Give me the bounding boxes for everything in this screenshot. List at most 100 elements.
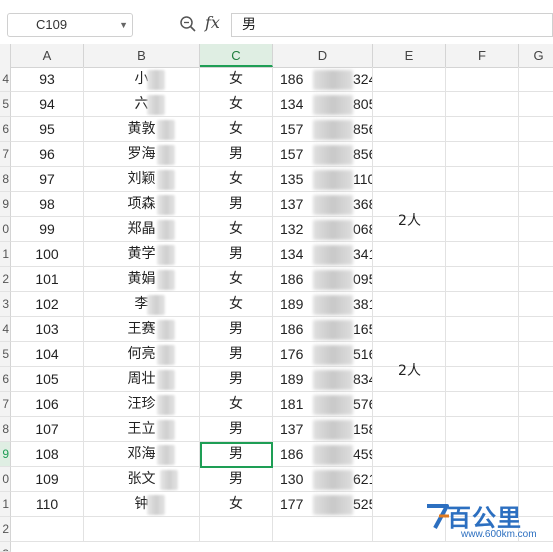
row-number[interactable]: 2	[0, 517, 11, 542]
column-header-b[interactable]: B	[84, 44, 200, 67]
row-number[interactable]: 3	[0, 292, 11, 317]
cell-g[interactable]	[519, 92, 553, 117]
cell-a[interactable]: 107	[11, 417, 84, 442]
cell-c[interactable]: 女	[200, 267, 273, 292]
column-header-f[interactable]: F	[446, 44, 519, 67]
cell-c[interactable]: 女	[200, 117, 273, 142]
cell-f[interactable]	[446, 192, 519, 217]
cell-a[interactable]: 103	[11, 317, 84, 342]
cell-b[interactable]: 小	[84, 67, 200, 92]
name-box[interactable]: C109 ▼	[7, 13, 133, 37]
cell-e[interactable]	[373, 242, 446, 267]
cell-c[interactable]: 女	[200, 92, 273, 117]
cell-a[interactable]: 106	[11, 392, 84, 417]
cell-f[interactable]	[446, 67, 519, 92]
cell-f[interactable]	[446, 467, 519, 492]
cell-c[interactable]: 男	[200, 417, 273, 442]
cell-a[interactable]: 95	[11, 117, 84, 142]
cell-c[interactable]: 男	[200, 342, 273, 367]
row-number[interactable]: 5	[0, 342, 11, 367]
cell-e[interactable]	[373, 292, 446, 317]
cell-b[interactable]: 罗海	[84, 142, 200, 167]
cell-a[interactable]: 109	[11, 467, 84, 492]
cell-b[interactable]: 黄学	[84, 242, 200, 267]
row-number[interactable]: 4	[0, 67, 11, 92]
cell-f[interactable]	[446, 117, 519, 142]
cell-b[interactable]: 何亮	[84, 342, 200, 367]
row-number[interactable]: 8	[0, 417, 11, 442]
cell-e[interactable]	[373, 167, 446, 192]
cell-a[interactable]: 98	[11, 192, 84, 217]
row-number[interactable]: 4	[0, 317, 11, 342]
row-number[interactable]: 0	[0, 217, 11, 242]
cell-f[interactable]	[446, 142, 519, 167]
cell-a[interactable]: 110	[11, 492, 84, 517]
cell-f[interactable]	[446, 392, 519, 417]
cell-c[interactable]: 女	[200, 492, 273, 517]
cell-g[interactable]	[519, 342, 553, 367]
cell-e[interactable]	[373, 92, 446, 117]
cell-b[interactable]: 六	[84, 92, 200, 117]
cell-f[interactable]	[446, 242, 519, 267]
cell-f[interactable]	[446, 267, 519, 292]
cell-e[interactable]	[373, 67, 446, 92]
cell-c[interactable]: 男	[200, 317, 273, 342]
zoom-icon[interactable]	[179, 15, 197, 33]
cell-b[interactable]: 项森	[84, 192, 200, 217]
row-number[interactable]: 5	[0, 92, 11, 117]
cell-a[interactable]: 97	[11, 167, 84, 192]
cell-c[interactable]: 男	[200, 442, 273, 467]
cell-g[interactable]	[519, 467, 553, 492]
cell-b[interactable]: 李	[84, 292, 200, 317]
cell-b[interactable]: 汪珍	[84, 392, 200, 417]
cell-b[interactable]: 周壮	[84, 367, 200, 392]
column-header-a[interactable]: A	[11, 44, 84, 67]
cell-c[interactable]	[200, 517, 273, 542]
select-all-corner[interactable]	[0, 44, 11, 67]
cell-c[interactable]: 女	[200, 167, 273, 192]
row-number[interactable]: 3	[0, 542, 11, 552]
cell-e[interactable]	[373, 467, 446, 492]
cell-a[interactable]: 100	[11, 242, 84, 267]
cell-d[interactable]	[273, 517, 373, 542]
cell-f[interactable]	[446, 167, 519, 192]
cell-a[interactable]: 101	[11, 267, 84, 292]
row-number[interactable]: 1	[0, 492, 11, 517]
cell-a[interactable]: 94	[11, 92, 84, 117]
cell-a[interactable]: 102	[11, 292, 84, 317]
column-header-c[interactable]: C	[200, 44, 273, 67]
cell-b[interactable]	[84, 517, 200, 542]
cell-g[interactable]	[519, 417, 553, 442]
row-number[interactable]: 6	[0, 367, 11, 392]
row-number[interactable]: 0	[0, 467, 11, 492]
cell-a[interactable]: 105	[11, 367, 84, 392]
cell-g[interactable]	[519, 442, 553, 467]
column-header-g[interactable]: G	[519, 44, 553, 67]
cell-g[interactable]	[519, 242, 553, 267]
cell-b[interactable]: 邓海	[84, 442, 200, 467]
cell-a[interactable]	[11, 517, 84, 542]
cell-e[interactable]	[373, 117, 446, 142]
cell-f[interactable]	[446, 442, 519, 467]
cell-f[interactable]	[446, 217, 519, 242]
cell-a[interactable]: 96	[11, 142, 84, 167]
cell-a[interactable]: 99	[11, 217, 84, 242]
note-count-second[interactable]: 2人	[373, 360, 446, 380]
row-number[interactable]: 7	[0, 142, 11, 167]
cell-c[interactable]: 女	[200, 67, 273, 92]
cell-b[interactable]: 张文	[84, 467, 200, 492]
function-icon[interactable]: fx	[205, 13, 220, 32]
cell-c[interactable]: 男	[200, 242, 273, 267]
row-number[interactable]: 9	[0, 192, 11, 217]
cell-f[interactable]	[446, 317, 519, 342]
row-number[interactable]: 1	[0, 242, 11, 267]
column-header-e[interactable]: E	[373, 44, 446, 67]
cell-f[interactable]	[446, 92, 519, 117]
cell-e[interactable]	[373, 317, 446, 342]
cell-c[interactable]: 男	[200, 467, 273, 492]
row-number[interactable]: 7	[0, 392, 11, 417]
row-number[interactable]: 8	[0, 167, 11, 192]
cell-b[interactable]: 王立	[84, 417, 200, 442]
cell-e[interactable]	[373, 142, 446, 167]
cell-c[interactable]: 女	[200, 392, 273, 417]
